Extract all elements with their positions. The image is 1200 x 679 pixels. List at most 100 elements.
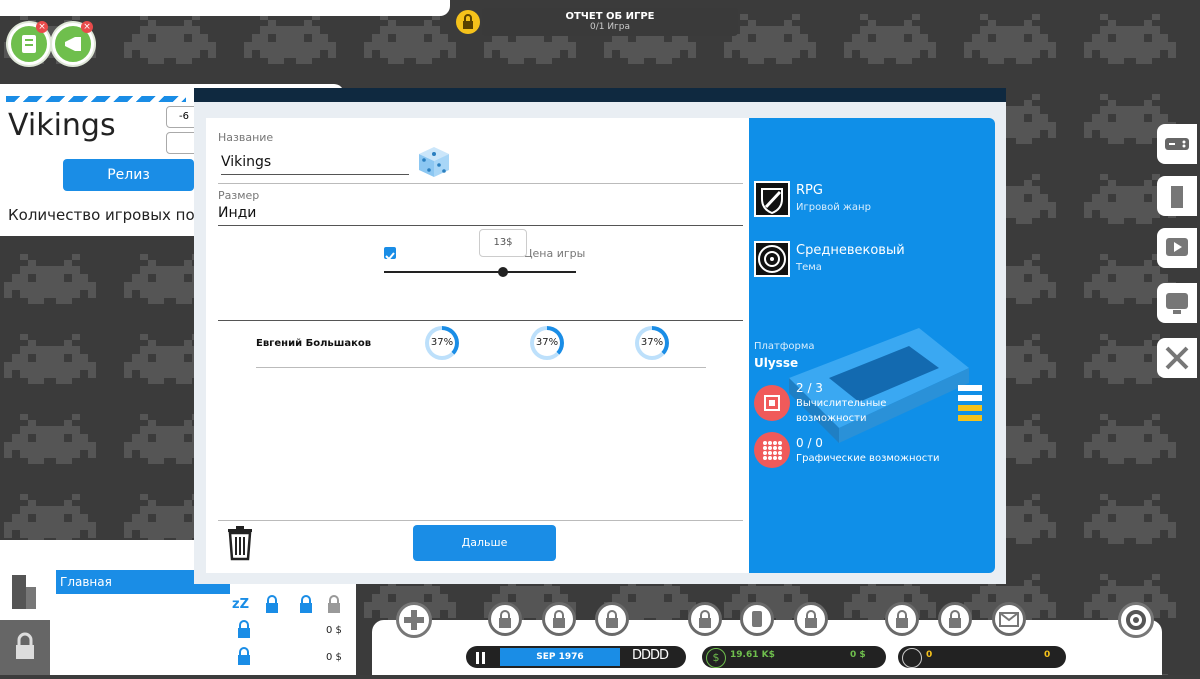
dialog-header-bar xyxy=(194,88,1006,102)
locked-tab[interactable] xyxy=(0,620,50,675)
employee-stat-ring: 37% xyxy=(530,326,564,360)
cpu-icon xyxy=(764,395,780,411)
news-badge[interactable]: × xyxy=(36,21,48,33)
battle-button[interactable] xyxy=(1157,338,1197,378)
lock-icon xyxy=(606,610,618,628)
dollar-icon: $ xyxy=(706,648,726,668)
size-label: Размер xyxy=(218,189,260,202)
report-subtitle: 0/1 Игра xyxy=(589,22,631,32)
cpu-label-line2: возможности xyxy=(796,413,867,424)
amount-1: 0 $ xyxy=(326,625,342,636)
add-button[interactable] xyxy=(396,602,432,638)
research-button[interactable] xyxy=(740,602,774,636)
locked-button-1[interactable] xyxy=(488,602,522,636)
medieval-shield-icon xyxy=(758,245,786,273)
locked-button-4[interactable] xyxy=(688,602,722,636)
price-slider-thumb[interactable] xyxy=(498,267,509,277)
cpu-label-line1: Вычислительные xyxy=(796,398,887,409)
name-label: Название xyxy=(218,131,274,144)
gpu-label: Графические возможности xyxy=(796,453,940,464)
cpu-bar-empty xyxy=(958,405,982,411)
locked-button-2[interactable] xyxy=(542,602,576,636)
marketing-badge[interactable]: × xyxy=(81,21,93,33)
lock-icon xyxy=(949,610,961,628)
platform-label: Платформа xyxy=(754,341,815,352)
price-tooltip: 13$ xyxy=(479,229,527,257)
delete-button[interactable] xyxy=(226,525,254,561)
speed-control[interactable]: DDDD xyxy=(632,648,669,663)
check-icon xyxy=(385,252,395,261)
game-report[interactable]: ОТЧЕТ ОБ ИГРЕ 0/1 Игра xyxy=(482,8,738,36)
gpu-value: 0 / 0 xyxy=(796,436,823,450)
stat-value: 37% xyxy=(429,330,455,356)
game-summary-sidebar: RPG Игровой жанр Средневековый Тема Плат… xyxy=(749,118,995,573)
new-game-dialog: Название Vikings Размер Инди Цена игры 1… xyxy=(194,88,1006,584)
lock-icon xyxy=(699,610,711,628)
genre-icon-box xyxy=(754,181,790,217)
employee-name: Евгений Большаков xyxy=(256,338,372,349)
monitor-icon xyxy=(1166,293,1188,314)
size-select[interactable]: Инди xyxy=(218,205,743,226)
game-title: Vikings xyxy=(8,108,116,143)
price-label: Цена игры xyxy=(524,247,586,260)
fans-icon xyxy=(902,648,922,668)
report-title: ОТЧЕТ ОБ ИГРЕ xyxy=(565,11,655,22)
locked-button-5[interactable] xyxy=(794,602,828,636)
money-value: 19.61 K$ xyxy=(730,650,775,660)
name-input[interactable]: Vikings xyxy=(221,154,409,175)
stat-value: 37% xyxy=(639,330,665,356)
gpu-icon-circle xyxy=(754,432,790,468)
cpu-bar-filled xyxy=(958,385,982,391)
theme-icon-box xyxy=(754,241,790,277)
fans-panel xyxy=(898,646,1066,668)
platform-name: Ulysse xyxy=(754,356,799,370)
lock-icon xyxy=(238,647,250,665)
sword-shield-icon xyxy=(761,188,783,215)
lock-icon xyxy=(499,610,511,628)
crossed-swords-icon xyxy=(1165,346,1189,370)
locked-button-6[interactable] xyxy=(885,602,919,636)
price-slider-track[interactable] xyxy=(384,271,576,273)
flask-icon xyxy=(752,611,762,627)
trash-icon xyxy=(228,526,252,561)
locked-button-7[interactable] xyxy=(938,602,972,636)
lock-icon xyxy=(896,610,908,628)
price-checkbox[interactable] xyxy=(384,247,396,261)
pause-button[interactable] xyxy=(474,650,488,664)
video-icon xyxy=(1166,238,1188,256)
gamepad-button[interactable] xyxy=(1157,124,1197,164)
genre-subtitle: Игровой жанр xyxy=(796,202,871,213)
cpu-icon-circle xyxy=(754,385,790,421)
company-button[interactable] xyxy=(0,567,50,617)
lock-icon xyxy=(300,595,312,613)
settings-button[interactable] xyxy=(1118,602,1154,638)
dice-icon xyxy=(419,147,449,177)
envelope-icon xyxy=(999,612,1019,627)
team-button[interactable] xyxy=(1157,283,1197,323)
locked-button-3[interactable] xyxy=(595,602,629,636)
lock-icon xyxy=(266,595,278,613)
mail-button[interactable] xyxy=(992,602,1026,636)
divider xyxy=(218,183,743,184)
report-lock-button[interactable] xyxy=(456,10,480,34)
pause-icon xyxy=(476,652,485,664)
gpu-grid-icon xyxy=(763,441,782,460)
random-name-button[interactable] xyxy=(416,144,452,180)
gear-icon xyxy=(1126,610,1146,630)
employee-stat-ring: 37% xyxy=(635,326,669,360)
cpu-bar-filled xyxy=(958,395,982,401)
building-button[interactable] xyxy=(1157,176,1197,216)
top-left-bar xyxy=(0,0,450,16)
stat-value: 37% xyxy=(534,330,560,356)
lock-icon xyxy=(328,595,340,613)
amount-2: 0 $ xyxy=(326,652,342,663)
release-button[interactable]: Релиз xyxy=(63,159,194,191)
office-building-icon xyxy=(12,575,36,609)
dialog-content: Название Vikings Размер Инди Цена игры 1… xyxy=(206,118,749,573)
cpu-bar-empty xyxy=(958,415,982,421)
video-button[interactable] xyxy=(1157,228,1197,268)
date-display: SEP 1976 xyxy=(500,648,620,666)
fans-value: 0 xyxy=(926,650,933,660)
money-delta: 0 $ xyxy=(850,650,866,660)
next-button[interactable]: Дальше xyxy=(413,525,556,561)
